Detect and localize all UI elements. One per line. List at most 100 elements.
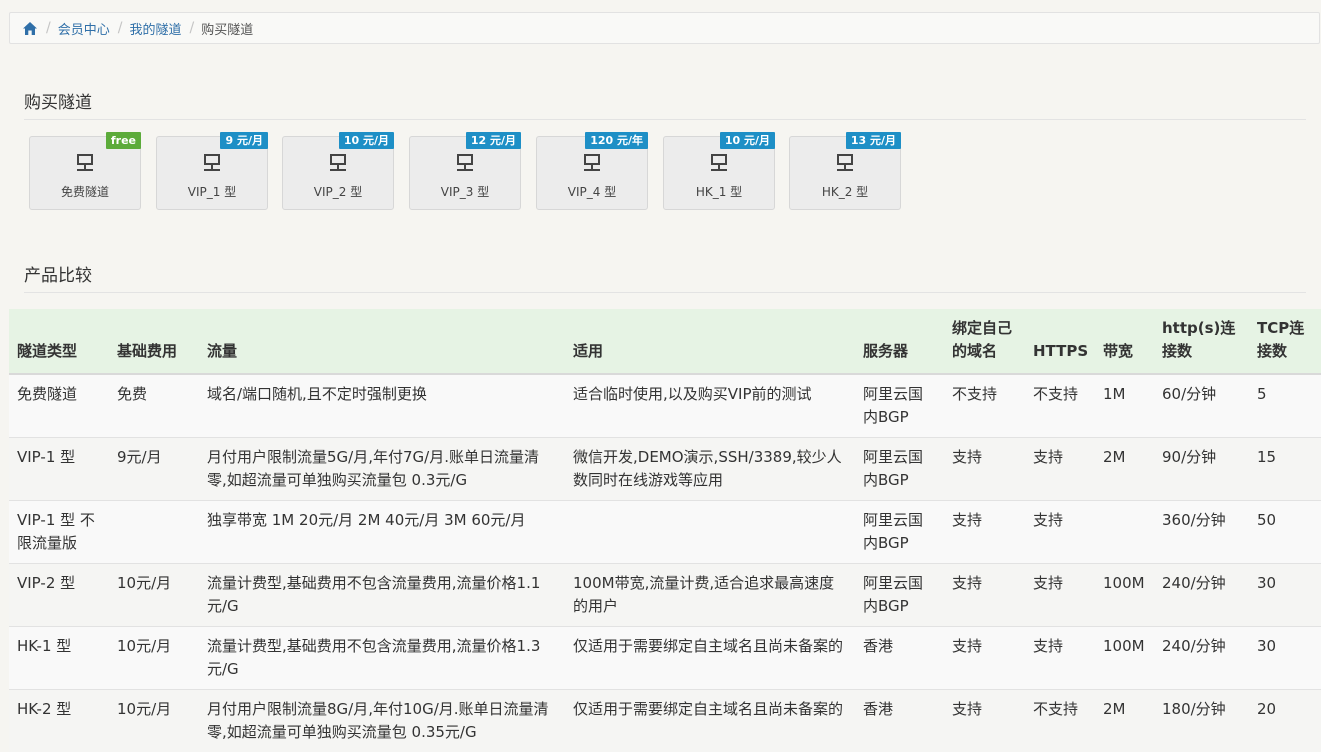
price-badge: 10 元/月 <box>339 132 394 149</box>
table-row: HK-2 型 10元/月 月付用户限制流量8G/月,年付10G/月.账单日流量清… <box>9 690 1321 752</box>
product-compare-title: 产品比较 <box>24 261 1306 293</box>
price-badge: 12 元/月 <box>466 132 521 149</box>
table-cell: 支持 <box>944 501 1025 564</box>
plan-label: VIP_4 型 <box>537 183 647 200</box>
table-cell: 不支持 <box>1025 690 1095 752</box>
price-badge: 120 元/年 <box>585 132 648 149</box>
table-cell: 适合临时使用,以及购买VIP前的测试 <box>565 374 855 438</box>
table-row: VIP-2 型 10元/月 流量计费型,基础费用不包含流量费用,流量价格1.1元… <box>9 564 1321 627</box>
table-cell: 支持 <box>1025 627 1095 690</box>
header-usage: 适用 <box>565 309 855 374</box>
price-badge: free <box>106 132 141 149</box>
table-row: HK-1 型 10元/月 流量计费型,基础费用不包含流量费用,流量价格1.3元/… <box>9 627 1321 690</box>
table-cell: 10元/月 <box>109 627 199 690</box>
table-cell: 阿里云国内BGP <box>855 501 944 564</box>
table-cell: 支持 <box>944 627 1025 690</box>
table-row: VIP-1 型 9元/月 月付用户限制流量5G/月,年付7G/月.账单日流量清零… <box>9 438 1321 501</box>
plan-card-hk2[interactable]: 13 元/月 HK_2 型 <box>789 136 901 210</box>
table-cell: 不支持 <box>1025 374 1095 438</box>
table-cell: 100M带宽,流量计费,适合追求最高速度的用户 <box>565 564 855 627</box>
table-cell: 免费隧道 <box>9 374 109 438</box>
network-icon <box>329 153 347 177</box>
table-cell: 月付用户限制流量5G/月,年付7G/月.账单日流量清零,如超流量可单独购买流量包… <box>199 438 565 501</box>
table-cell <box>565 501 855 564</box>
breadcrumb-separator: / <box>46 20 51 36</box>
table-cell: 仅适用于需要绑定自主域名且尚未备案的 <box>565 690 855 752</box>
table-cell: 30 <box>1249 564 1321 627</box>
table-cell: 360/分钟 <box>1154 501 1249 564</box>
breadcrumb-my-tunnels[interactable]: 我的隧道 <box>129 19 181 38</box>
plan-card-vip2[interactable]: 10 元/月 VIP_2 型 <box>282 136 394 210</box>
header-base-fee: 基础费用 <box>109 309 199 374</box>
table-cell: VIP-1 型 不限流量版 <box>9 501 109 564</box>
table-cell: 180/分钟 <box>1154 690 1249 752</box>
header-traffic: 流量 <box>199 309 565 374</box>
table-cell: 240/分钟 <box>1154 564 1249 627</box>
network-icon <box>456 153 474 177</box>
table-cell: 仅适用于需要绑定自主域名且尚未备案的 <box>565 627 855 690</box>
table-cell: 香港 <box>855 690 944 752</box>
network-icon <box>710 153 728 177</box>
table-cell: 20 <box>1249 690 1321 752</box>
plan-card-vip1[interactable]: 9 元/月 VIP_1 型 <box>156 136 268 210</box>
header-https: HTTPS <box>1025 309 1095 374</box>
table-cell: 15 <box>1249 438 1321 501</box>
plan-label: HK_2 型 <box>790 183 900 200</box>
table-cell: 支持 <box>1025 438 1095 501</box>
price-badge: 9 元/月 <box>220 132 268 149</box>
header-bandwidth: 带宽 <box>1095 309 1154 374</box>
table-cell: 100M <box>1095 627 1154 690</box>
table-row: VIP-1 型 不限流量版 独享带宽 1M 20元/月 2M 40元/月 3M … <box>9 501 1321 564</box>
plan-label: HK_1 型 <box>664 183 774 200</box>
table-cell: 微信开发,DEMO演示,SSH/3389,较少人数同时在线游戏等应用 <box>565 438 855 501</box>
home-icon[interactable] <box>22 21 38 36</box>
table-cell: 50 <box>1249 501 1321 564</box>
table-cell: 月付用户限制流量8G/月,年付10G/月.账单日流量清零,如超流量可单独购买流量… <box>199 690 565 752</box>
breadcrumb-current: 购买隧道 <box>201 19 253 38</box>
table-cell: 阿里云国内BGP <box>855 374 944 438</box>
network-icon <box>203 153 221 177</box>
plan-card-free[interactable]: free 免费隧道 <box>29 136 141 210</box>
table-cell: 支持 <box>1025 564 1095 627</box>
table-cell: 阿里云国内BGP <box>855 564 944 627</box>
table-cell: 5 <box>1249 374 1321 438</box>
table-cell: 支持 <box>1025 501 1095 564</box>
table-cell: 100M <box>1095 564 1154 627</box>
plan-label: VIP_1 型 <box>157 183 267 200</box>
header-tunnel-type: 隧道类型 <box>9 309 109 374</box>
table-cell: 1M <box>1095 374 1154 438</box>
plan-label: VIP_3 型 <box>410 183 520 200</box>
table-cell: 流量计费型,基础费用不包含流量费用,流量价格1.3元/G <box>199 627 565 690</box>
header-bind-domain: 绑定自己的域名 <box>944 309 1025 374</box>
breadcrumb: / 会员中心 / 我的隧道 / 购买隧道 <box>9 12 1320 44</box>
table-cell: 支持 <box>944 690 1025 752</box>
table-cell: VIP-2 型 <box>9 564 109 627</box>
plan-label: VIP_2 型 <box>283 183 393 200</box>
plan-card-vip4[interactable]: 120 元/年 VIP_4 型 <box>536 136 648 210</box>
header-http-connections: http(s)连接数 <box>1154 309 1249 374</box>
plan-card-vip3[interactable]: 12 元/月 VIP_3 型 <box>409 136 521 210</box>
table-cell: 240/分钟 <box>1154 627 1249 690</box>
table-cell: HK-1 型 <box>9 627 109 690</box>
table-cell: 支持 <box>944 564 1025 627</box>
table-cell: 2M <box>1095 690 1154 752</box>
table-cell: 2M <box>1095 438 1154 501</box>
table-cell: 10元/月 <box>109 564 199 627</box>
plan-label: 免费隧道 <box>30 183 140 200</box>
network-icon <box>76 153 94 177</box>
header-server: 服务器 <box>855 309 944 374</box>
table-row: 免费隧道 免费 域名/端口随机,且不定时强制更换 适合临时使用,以及购买VIP前… <box>9 374 1321 438</box>
table-cell: 支持 <box>944 438 1025 501</box>
table-cell: 阿里云国内BGP <box>855 438 944 501</box>
table-cell: 域名/端口随机,且不定时强制更换 <box>199 374 565 438</box>
table-cell: VIP-1 型 <box>9 438 109 501</box>
table-cell: 90/分钟 <box>1154 438 1249 501</box>
table-cell: 独享带宽 1M 20元/月 2M 40元/月 3M 60元/月 <box>199 501 565 564</box>
breadcrumb-member-center[interactable]: 会员中心 <box>58 19 110 38</box>
plan-card-hk1[interactable]: 10 元/月 HK_1 型 <box>663 136 775 210</box>
buy-tunnel-title: 购买隧道 <box>24 88 1306 120</box>
comparison-table: 隧道类型 基础费用 流量 适用 服务器 绑定自己的域名 HTTPS 带宽 htt… <box>9 309 1321 752</box>
table-cell: 30 <box>1249 627 1321 690</box>
header-tcp-connections: TCP连接数 <box>1249 309 1321 374</box>
price-badge: 13 元/月 <box>846 132 901 149</box>
